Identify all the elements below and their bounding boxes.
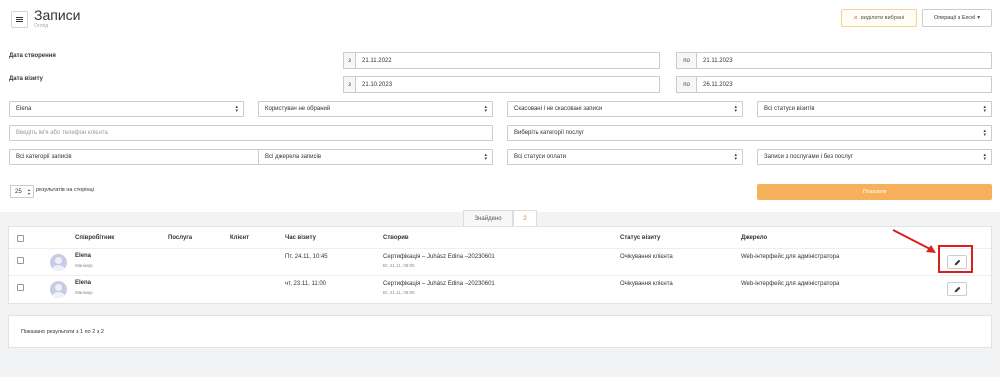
- visit-date-label: Дата візиту: [9, 76, 44, 82]
- avatar: [50, 281, 67, 298]
- filter-panel: Записи Огляд × виділити вибрані Операції…: [0, 0, 1000, 212]
- created-to-prefix: по: [676, 52, 696, 69]
- payment-status-value: Всі статуси оплати: [514, 154, 567, 160]
- per-page-value: 25: [15, 188, 22, 195]
- sort-arrows-icon: ▴ ▾: [235, 104, 238, 114]
- tab-found[interactable]: Знайдено: [463, 210, 513, 226]
- arrow-annotation-icon: [892, 229, 936, 253]
- record-categories-select[interactable]: Всі категорії записів: [9, 149, 259, 165]
- visit-from-input[interactable]: 21.10.2023: [355, 76, 660, 93]
- record-categories-value: Всі категорії записів: [16, 154, 72, 160]
- visit-to-prefix: по: [676, 76, 696, 93]
- header-visit-status: Статус візиту: [620, 235, 661, 241]
- user-select-value: Користувач не обраний: [265, 106, 331, 112]
- pencil-icon: [954, 286, 960, 292]
- created-date-label: Дата створення: [9, 53, 56, 59]
- row-employee-name[interactable]: Elena: [75, 280, 91, 286]
- visit-status-select-value: Всі статуси візитів: [764, 106, 815, 112]
- created-from-input[interactable]: 21.11.2022: [355, 52, 660, 69]
- found-count-badge: 2: [513, 210, 537, 226]
- sort-arrows-icon: ▴ ▾: [484, 152, 487, 162]
- header-service: Послуга: [168, 235, 193, 241]
- row-created-by: Сертифікація – Juhász Edina –20230601: [383, 281, 495, 287]
- visit-status-select[interactable]: Всі статуси візитів ▴ ▾: [757, 101, 992, 117]
- records-table: Співробітник Послуга Клієнт Час візиту С…: [8, 226, 992, 304]
- employee-select[interactable]: Elena ▴ ▾: [9, 101, 244, 117]
- created-to-input[interactable]: 21.11.2023: [696, 52, 992, 69]
- header-visit-time: Час візиту: [285, 235, 317, 241]
- record-sources-value: Всі джерела записів: [265, 154, 322, 160]
- client-search-placeholder: Введіть ім'я або телефон клієнта: [16, 130, 108, 136]
- cancelled-select[interactable]: Скасовані і не скасовані записи ▴ ▾: [507, 101, 743, 117]
- row-created-date: Вт, 21.11, 09:05: [383, 263, 415, 268]
- user-select[interactable]: Користувач не обраний ▴ ▾: [258, 101, 493, 117]
- excel-operations-button[interactable]: Операції з Excel ▾: [922, 9, 992, 27]
- row-checkbox[interactable]: [17, 284, 24, 291]
- row-created-date: Вт, 21.11, 09:05: [383, 290, 415, 295]
- services-filter-select[interactable]: Записи з послугами і без послуг ▴ ▾: [757, 149, 992, 165]
- header-source: Джерело: [741, 235, 768, 241]
- row-created-by: Сертифікація – Juhász Edina –20230601: [383, 254, 495, 260]
- row-source: Web-інтерфейс для адміністратора: [741, 281, 840, 287]
- sort-arrows-icon: ▴ ▾: [484, 104, 487, 114]
- avatar: [50, 254, 67, 271]
- visit-from-prefix: з: [343, 76, 355, 93]
- highlight-box: [938, 245, 973, 273]
- table-row[interactable]: Elena Манікюр чт, 23.11, 11:00 Сертифіка…: [9, 276, 991, 303]
- row-visit-time: Пт, 24.11, 10:45: [285, 254, 328, 260]
- sort-arrows-icon: ▴ ▾: [983, 128, 986, 138]
- sort-arrows-icon: ▴ ▾: [983, 152, 986, 162]
- table-header: Співробітник Послуга Клієнт Час візиту С…: [9, 227, 991, 249]
- results-summary: Показано результати з 1 по 2 з 2: [21, 329, 104, 335]
- row-checkbox[interactable]: [17, 257, 24, 264]
- sort-arrows-icon: ▴ ▾: [983, 104, 986, 114]
- row-source: Web-інтерфейс для адміністратора: [741, 254, 840, 260]
- excel-operations-label: Операції з Excel: [933, 15, 976, 21]
- page-title: Записи: [34, 7, 81, 23]
- edit-button[interactable]: [947, 282, 967, 296]
- row-status: Очікування клієнта: [620, 281, 673, 287]
- close-icon: ×: [853, 14, 858, 22]
- client-search-input[interactable]: Введіть ім'я або телефон клієнта: [9, 125, 493, 141]
- per-page-select[interactable]: 25 ▴ ▾: [10, 185, 34, 198]
- sort-arrows-icon: ▴ ▾: [27, 187, 30, 196]
- sort-arrows-icon: ▴ ▾: [734, 152, 737, 162]
- row-employee-role: Манікюр: [75, 290, 93, 295]
- row-visit-time: чт, 23.11, 11:00: [285, 281, 327, 287]
- employee-select-value: Elena: [16, 106, 32, 112]
- services-filter-value: Записи з послугами і без послуг: [764, 154, 853, 160]
- results-tabs: Знайдено 2: [463, 210, 537, 226]
- header-created: Створив: [383, 235, 409, 241]
- cancelled-select-value: Скасовані і не скасовані записи: [514, 106, 603, 112]
- service-categories-value: Виберіть категорії послуг: [514, 130, 584, 136]
- hamburger-icon[interactable]: [11, 11, 28, 28]
- payment-status-select[interactable]: Всі статуси оплати ▴ ▾: [507, 149, 743, 165]
- created-from-prefix: з: [343, 52, 355, 69]
- header-employee: Співробітник: [75, 235, 115, 241]
- row-status: Очікування клієнта: [620, 254, 673, 260]
- table-row[interactable]: Elena Манікюр Пт, 24.11, 10:45 Сертифіка…: [9, 249, 991, 276]
- visit-to-input[interactable]: 26.11.2023: [696, 76, 992, 93]
- row-employee-role: Манікюр: [75, 263, 93, 268]
- select-all-checkbox[interactable]: [17, 235, 24, 242]
- deselect-label: виділити вибрані: [860, 15, 905, 21]
- page-subtitle: Огляд: [34, 23, 49, 29]
- deselect-button[interactable]: × виділити вибрані: [841, 9, 917, 27]
- record-sources-select[interactable]: Всі джерела записів ▴ ▾: [258, 149, 493, 165]
- header-client: Клієнт: [230, 235, 250, 241]
- per-page-label: результатів на сторінці: [36, 187, 94, 193]
- sort-arrows-icon: ▴ ▾: [734, 104, 737, 114]
- results-footer: Показано результати з 1 по 2 з 2: [8, 315, 992, 348]
- chevron-down-icon: ▾: [977, 15, 981, 21]
- service-categories-select[interactable]: Виберіть категорії послуг ▴ ▾: [507, 125, 992, 141]
- row-employee-name[interactable]: Elena: [75, 253, 91, 259]
- show-button[interactable]: Показати: [757, 184, 992, 200]
